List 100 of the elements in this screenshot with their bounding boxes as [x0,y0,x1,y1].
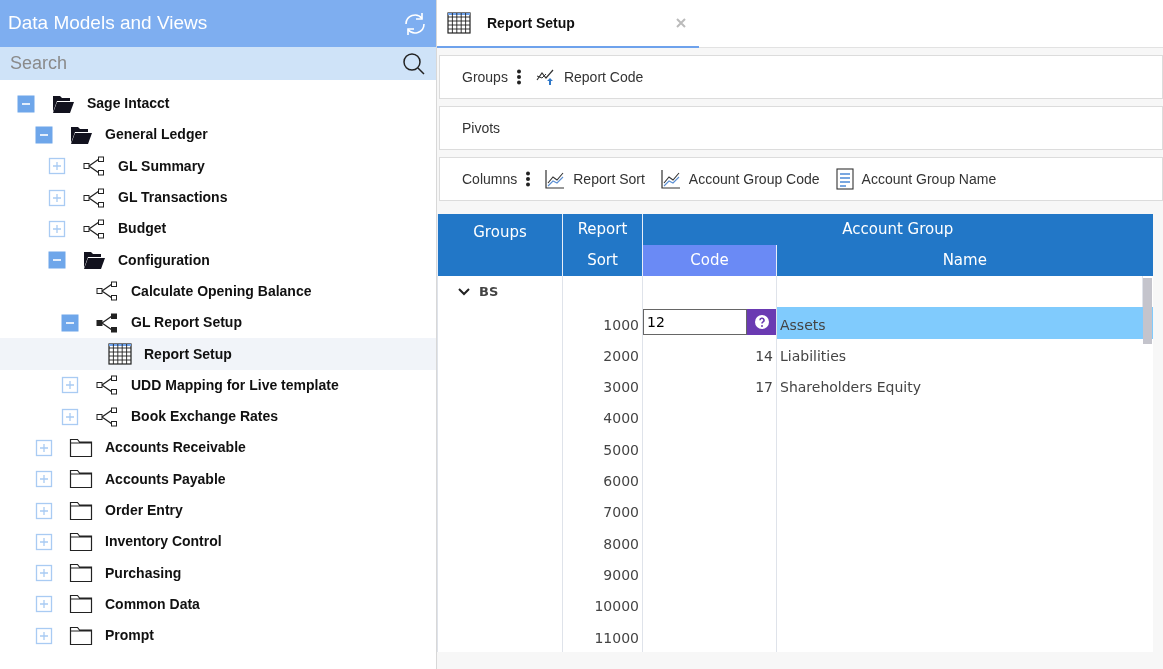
tree-item[interactable]: Book Exchange Rates [0,400,436,433]
table-cell: 2000 [562,338,643,370]
code-input[interactable]: 12 [643,308,747,335]
tree-item[interactable]: GL Summary [0,150,436,182]
field-chip[interactable]: Account Group Name [861,168,997,190]
column-header[interactable]: Sort [562,245,643,276]
group-label: BS [479,282,499,301]
panel-title: Data Models and Views [8,11,208,36]
tree-item[interactable]: GL Transactions [0,181,436,214]
table-cell: Assets [776,307,1153,339]
table-row[interactable]: 10000 [437,588,1153,621]
tree-item[interactable]: GL Report Setup [0,307,436,339]
shelf-label: Groups [462,67,508,87]
tree-item[interactable]: Purchasing [0,557,436,589]
open-folder-icon [82,250,106,271]
search-icon[interactable] [402,51,426,76]
document-icon [835,168,854,190]
table-cell: 1000 [562,307,643,339]
expand-icon[interactable] [48,157,66,176]
tree-item[interactable]: Calculate Opening Balance [0,275,436,308]
table-row[interactable]: 6000 [437,463,1153,496]
line-chart-icon [545,169,566,189]
expand-icon[interactable] [48,188,66,207]
line-chart-icon [660,169,681,189]
tree-item[interactable]: Inventory Control [0,526,436,558]
tree-item[interactable]: Configuration [0,244,436,276]
field-chip[interactable]: Report Sort [573,168,645,190]
search-field[interactable]: Search [10,50,370,77]
table-cell: 5000 [562,432,643,464]
search-bar[interactable]: Search [0,47,436,80]
refresh-icon[interactable] [402,10,428,37]
table-cell: 6000 [562,463,643,496]
expand-icon[interactable] [35,626,53,645]
table-icon [108,343,132,365]
table-row[interactable]: 8000 [437,526,1153,558]
expand-icon[interactable] [35,532,53,551]
tree-item[interactable]: Sage Intacct [0,88,436,120]
menu-icon[interactable] [515,69,522,85]
field-chip[interactable]: Report Code [563,66,644,88]
collapse-icon[interactable] [35,125,53,144]
model-icon [95,406,119,427]
table-icon [447,12,471,34]
model-icon [95,281,119,302]
field-chip[interactable]: Account Group Code [688,168,820,190]
tree-item[interactable]: UDD Mapping for Live template [0,369,436,401]
column-header[interactable]: Name [776,245,1153,276]
help-icon [754,314,769,329]
model-icon [82,156,106,177]
close-icon[interactable] [676,18,686,28]
tree-item[interactable]: Prompt [0,620,436,652]
table-cell: 9000 [562,557,643,589]
table-cell: 3000 [562,369,643,402]
chevron-icon[interactable] [457,286,471,297]
open-folder-icon [69,124,93,145]
model-icon [82,218,106,239]
tree-item[interactable]: Budget [0,213,436,245]
collapse-icon[interactable] [48,251,66,270]
tree-item[interactable]: Common Data [0,588,436,621]
expand-icon[interactable] [35,470,53,489]
tree-item[interactable]: Order Entry [0,494,436,527]
expand-icon[interactable] [61,407,79,426]
collapse-icon[interactable] [17,94,35,113]
table-row[interactable]: 11000 [437,620,1153,652]
tree-item[interactable]: Report Setup [0,338,436,370]
collapse-icon[interactable] [61,313,79,332]
column-header[interactable]: Report [562,214,643,245]
expand-icon[interactable] [48,219,66,238]
expand-icon[interactable] [61,376,79,395]
table-cell: 4000 [562,401,643,433]
column-header[interactable]: Groups [437,214,563,276]
folder-icon [69,469,93,490]
folder-icon [69,594,93,615]
expand-icon[interactable] [35,595,53,614]
table-row[interactable]: 7000 [437,495,1153,527]
tree-item[interactable]: Accounts Receivable [0,432,436,464]
model-icon [82,187,106,208]
chart-icon [535,68,556,86]
table-cell: 10000 [562,588,643,621]
tree-item[interactable]: General Ledger [0,119,436,151]
expand-icon[interactable] [35,564,53,583]
shelf-label: Pivots [462,118,501,138]
table-cell: 14 [642,338,777,370]
folder-icon [69,500,93,521]
table-cell: 8000 [562,526,643,558]
table-row[interactable]: 4000 [437,401,1153,433]
folder-icon [69,563,93,584]
column-header[interactable]: Account Group [642,214,1153,245]
menu-icon[interactable] [525,171,532,187]
tree-item[interactable]: Accounts Payable [0,463,436,495]
scrollbar-thumb[interactable] [1143,278,1152,344]
folder-icon [69,531,93,552]
help-button[interactable] [747,308,776,335]
table-row[interactable]: 5000 [437,432,1153,464]
model-icon [95,312,119,333]
expand-icon[interactable] [35,501,53,520]
expand-icon[interactable] [35,438,53,457]
table-cell: 11000 [562,620,643,652]
table-cell: Shareholders Equity [776,369,1153,402]
table-row[interactable]: 9000 [437,557,1153,589]
model-icon [95,375,119,396]
